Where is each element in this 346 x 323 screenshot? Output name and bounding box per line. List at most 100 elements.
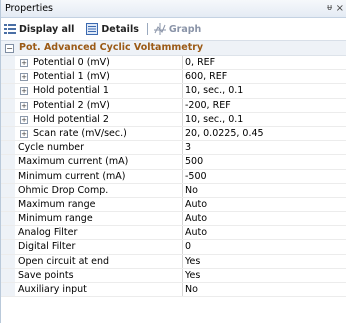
row-gutter: [1, 183, 15, 197]
toolbar-separator: [146, 23, 148, 35]
property-row[interactable]: + Potential 1 (mV) 600, REF: [1, 70, 346, 85]
column-divider[interactable]: [182, 98, 183, 112]
property-name: Digital Filter: [18, 241, 76, 253]
property-row[interactable]: Ohmic Drop Comp. No: [1, 183, 346, 198]
property-row[interactable]: Open circuit at end Yes: [1, 254, 346, 269]
property-value[interactable]: No: [185, 283, 346, 296]
property-name: Hold potential 2: [33, 113, 109, 125]
property-value[interactable]: 600, REF: [185, 70, 346, 83]
details-button[interactable]: Details: [86, 23, 139, 35]
property-grid: + Potential 0 (mV) 0, REF + Potential 1 (mV)…: [1, 56, 346, 298]
property-value[interactable]: No: [185, 184, 346, 197]
property-value[interactable]: 0: [185, 240, 346, 253]
property-row[interactable]: + Hold potential 2 10, sec., 0.1: [1, 112, 346, 127]
property-value[interactable]: Yes: [185, 269, 346, 282]
property-name: Scan rate (mV/sec.): [33, 127, 127, 139]
property-value[interactable]: -200, REF: [185, 99, 346, 112]
property-value[interactable]: 10, sec., 0.1: [185, 84, 346, 97]
property-value[interactable]: 500: [185, 155, 346, 168]
display-all-label: Display all: [19, 23, 75, 35]
property-name: Potential 1 (mV): [33, 71, 110, 83]
property-name: Potential 2 (mV): [33, 99, 110, 111]
property-name: Maximum range: [18, 198, 96, 210]
collapse-icon[interactable]: −: [5, 44, 14, 53]
property-name: Analog Filter: [18, 227, 78, 239]
property-row[interactable]: Minimum current (mA) -500: [1, 169, 346, 184]
property-row[interactable]: Save points Yes: [1, 268, 346, 283]
property-row[interactable]: Cycle number 3: [1, 141, 346, 156]
row-gutter: [1, 141, 15, 155]
column-divider[interactable]: [182, 254, 183, 268]
column-divider[interactable]: [182, 183, 183, 197]
column-divider[interactable]: [182, 212, 183, 226]
property-name: Auxiliary input: [18, 284, 87, 295]
row-gutter: [1, 268, 15, 282]
row-gutter: [1, 283, 15, 297]
property-row[interactable]: Maximum current (mA) 500: [1, 155, 346, 170]
pin-icon[interactable]: ᵾ: [327, 0, 332, 17]
properties-panel: Properties ᵾ × Display all Details Graph…: [0, 0, 346, 323]
property-name: Save points: [18, 269, 74, 281]
column-divider[interactable]: [182, 84, 183, 98]
column-divider[interactable]: [182, 126, 183, 141]
graph-icon: [153, 23, 166, 35]
property-name: Hold potential 1: [33, 85, 109, 97]
property-value[interactable]: 3: [185, 141, 346, 154]
property-value[interactable]: 20, 0.0225, 0.45: [185, 127, 346, 140]
property-name: Maximum current (mA): [18, 156, 129, 168]
column-divider[interactable]: [182, 283, 183, 297]
property-value[interactable]: Auto: [185, 212, 346, 225]
details-icon: [86, 23, 99, 35]
property-value[interactable]: 10, sec., 0.1: [185, 113, 346, 126]
row-gutter: [1, 56, 15, 70]
panel-titlebar: Properties ᵾ ×: [1, 0, 346, 18]
property-name: Open circuit at end: [18, 255, 110, 267]
graph-label: Graph: [168, 23, 202, 35]
property-name: Minimum current (mA): [18, 170, 126, 182]
column-divider[interactable]: [182, 155, 183, 169]
column-divider[interactable]: [182, 112, 183, 126]
row-gutter: [1, 112, 15, 126]
property-name: Minimum range: [18, 213, 93, 225]
column-divider[interactable]: [182, 141, 183, 155]
row-gutter: [1, 169, 15, 183]
display-all-icon: [4, 24, 16, 34]
property-row[interactable]: + Scan rate (mV/sec.) 20, 0.0225, 0.45: [1, 126, 346, 142]
column-divider[interactable]: [182, 240, 183, 254]
property-row[interactable]: Minimum range Auto: [1, 212, 346, 227]
column-divider[interactable]: [182, 169, 183, 183]
property-row[interactable]: Digital Filter 0: [1, 240, 346, 255]
property-value[interactable]: Auto: [185, 226, 346, 239]
property-value[interactable]: -500: [185, 170, 346, 183]
column-divider[interactable]: [182, 268, 183, 282]
column-divider[interactable]: [182, 56, 183, 70]
property-name: Ohmic Drop Comp.: [18, 184, 109, 196]
row-gutter: [1, 70, 15, 84]
close-icon[interactable]: ×: [336, 0, 344, 17]
property-name: Potential 0 (mV): [33, 57, 110, 68]
row-gutter: [1, 212, 15, 226]
property-row[interactable]: Analog Filter Auto: [1, 226, 346, 241]
row-gutter: [1, 84, 15, 98]
property-value[interactable]: Yes: [185, 255, 346, 268]
property-name: Cycle number: [18, 142, 85, 154]
property-row[interactable]: Maximum range Auto: [1, 197, 346, 213]
graph-button[interactable]: Graph: [153, 23, 202, 35]
details-label: Details: [101, 23, 139, 35]
property-row[interactable]: + Hold potential 1 10, sec., 0.1: [1, 84, 346, 99]
column-divider[interactable]: [182, 226, 183, 240]
properties-toolbar: Display all Details Graph: [1, 18, 346, 41]
property-value[interactable]: Auto: [185, 198, 346, 211]
group-header[interactable]: − Pot. Advanced Cyclic Voltammetry: [1, 41, 346, 56]
row-gutter: [1, 254, 15, 268]
property-value[interactable]: 0, REF: [185, 56, 346, 69]
panel-title: Properties: [5, 3, 54, 14]
property-row[interactable]: + Potential 2 (mV) -200, REF: [1, 98, 346, 113]
display-all-button[interactable]: Display all: [4, 23, 74, 35]
property-row[interactable]: Auxiliary input No: [1, 283, 346, 298]
column-divider[interactable]: [182, 70, 183, 84]
row-gutter: [1, 98, 15, 112]
column-divider[interactable]: [182, 197, 183, 212]
group-title: Pot. Advanced Cyclic Voltammetry: [19, 42, 204, 53]
property-row[interactable]: + Potential 0 (mV) 0, REF: [1, 56, 346, 71]
